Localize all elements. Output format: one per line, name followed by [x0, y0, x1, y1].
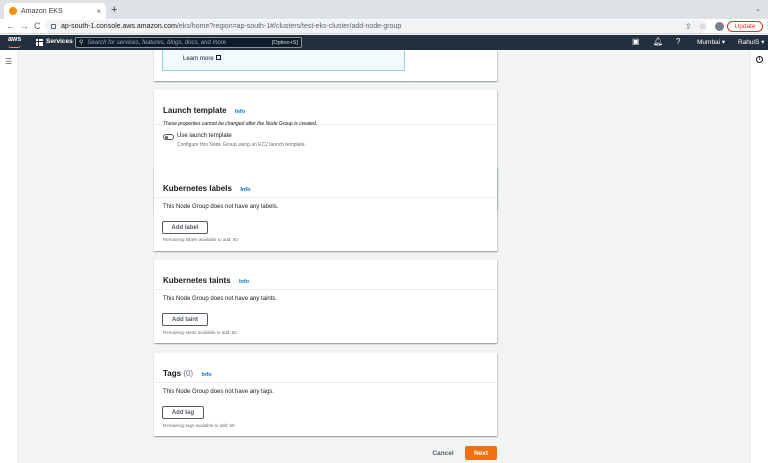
aws-search-input[interactable]: ⚲ Search for services, features, blogs, …	[75, 37, 302, 48]
tab-title: Amazon EKS	[21, 7, 63, 15]
tab-close-icon[interactable]: ×	[96, 7, 101, 16]
notifications-bell-icon[interactable]: 🔔︎	[653, 37, 663, 46]
card-title: Kubernetes taints	[163, 276, 231, 285]
browser-tab-strip: Amazon EKS × + ⌄	[0, 0, 768, 19]
reload-button[interactable]: C	[34, 20, 41, 33]
url-path: /eks/home?region=ap-south-1#/clusters/te…	[176, 23, 402, 30]
help-icon[interactable]: ?	[676, 37, 680, 46]
bookmark-star-icon[interactable]: ☆	[699, 20, 706, 33]
cloudshell-icon[interactable]: ▣	[632, 37, 640, 46]
card-header: Tags (0) Info	[154, 353, 497, 383]
empty-taints-text: This Node Group does not have any taints…	[163, 296, 278, 302]
add-taint-button[interactable]: Add taint	[162, 313, 208, 326]
address-bar[interactable]: ap-south-1.console.aws.amazon.com/eks/ho…	[45, 20, 707, 33]
update-button[interactable]: Update	[727, 21, 763, 32]
help-panel-rail: i	[750, 50, 768, 463]
info-link[interactable]: Info	[202, 372, 212, 378]
kubernetes-taints-card: Kubernetes taints Info This Node Group d…	[154, 260, 497, 343]
kubernetes-labels-card: Kubernetes labels Info This Node Group d…	[154, 167, 497, 251]
remaining-tags-text: Remaining tags available to add: 50	[163, 423, 235, 428]
region-selector[interactable]: Mumbai ▾	[697, 38, 725, 46]
info-link[interactable]: Info	[239, 279, 249, 285]
toggle-description: Configure this Node Group using an EC2 l…	[177, 142, 306, 148]
hamburger-menu-icon[interactable]: ☰	[5, 57, 12, 66]
learn-more-link[interactable]: Learn more	[183, 55, 221, 62]
tags-count: (0)	[183, 369, 194, 378]
browser-toolbar: ← → C ap-south-1.console.aws.amazon.com /…	[0, 19, 768, 34]
node-iam-role-card: Learn more	[154, 50, 497, 81]
remaining-taints-text: Remaining taints available to add: 50	[163, 330, 237, 335]
empty-tags-text: This Node Group does not have any tags.	[163, 389, 275, 395]
share-icon[interactable]: ⇪	[685, 20, 692, 33]
info-link[interactable]: Info	[240, 187, 250, 193]
card-header: Kubernetes taints Info	[154, 260, 497, 290]
next-button[interactable]: Next	[465, 446, 497, 460]
back-button[interactable]: ←	[6, 20, 15, 33]
lock-icon	[51, 24, 56, 29]
card-title: Tags (0)	[163, 369, 194, 378]
aws-favicon-icon	[9, 7, 17, 15]
browser-menu-icon[interactable]: ⋮	[764, 21, 768, 30]
search-icon: ⚲	[79, 40, 84, 46]
toggle-knob	[164, 135, 168, 139]
aws-logo-smile	[8, 45, 21, 48]
launch-template-toggle[interactable]	[163, 134, 174, 140]
aws-top-nav: aws Services ⚲ Search for services, feat…	[0, 35, 768, 50]
external-link-icon	[215, 55, 221, 60]
remaining-labels-text: Remaining labels available to add: 50	[163, 237, 238, 242]
card-description: These properties cannot be changed after…	[163, 121, 318, 127]
info-panel-icon[interactable]: i	[756, 56, 763, 63]
account-menu[interactable]: RahulS ▾	[738, 38, 764, 46]
url-host: ap-south-1.console.aws.amazon.com	[61, 23, 177, 30]
services-grid-icon[interactable]	[36, 39, 43, 46]
info-link[interactable]: Info	[235, 109, 245, 115]
card-title: Launch template	[163, 106, 227, 115]
cancel-button[interactable]: Cancel	[425, 446, 461, 460]
add-label-button[interactable]: Add label	[162, 221, 208, 234]
search-shortcut: [Option+S]	[271, 39, 298, 46]
tags-card: Tags (0) Info This Node Group does not h…	[154, 353, 497, 436]
card-title: Kubernetes labels	[163, 184, 232, 193]
add-tag-button[interactable]: Add tag	[162, 406, 204, 419]
browser-tab[interactable]: Amazon EKS ×	[4, 3, 106, 19]
toggle-label: Use launch template	[177, 133, 232, 139]
aws-logo[interactable]: aws	[8, 36, 21, 44]
info-alert-box: Learn more	[162, 50, 405, 71]
profile-avatar[interactable]	[715, 22, 724, 31]
new-tab-button[interactable]: +	[111, 3, 117, 17]
tab-search-icon[interactable]: ⌄	[755, 5, 761, 13]
services-menu[interactable]: Services	[46, 38, 73, 45]
side-navigation-rail: ☰	[0, 50, 18, 463]
card-header: Kubernetes labels Info	[154, 167, 497, 198]
forward-button[interactable]: →	[20, 20, 29, 33]
card-header: Launch template Info These properties ca…	[154, 90, 497, 127]
empty-labels-text: This Node Group does not have any labels…	[163, 204, 279, 210]
search-placeholder: Search for services, features, blogs, do…	[87, 39, 227, 46]
